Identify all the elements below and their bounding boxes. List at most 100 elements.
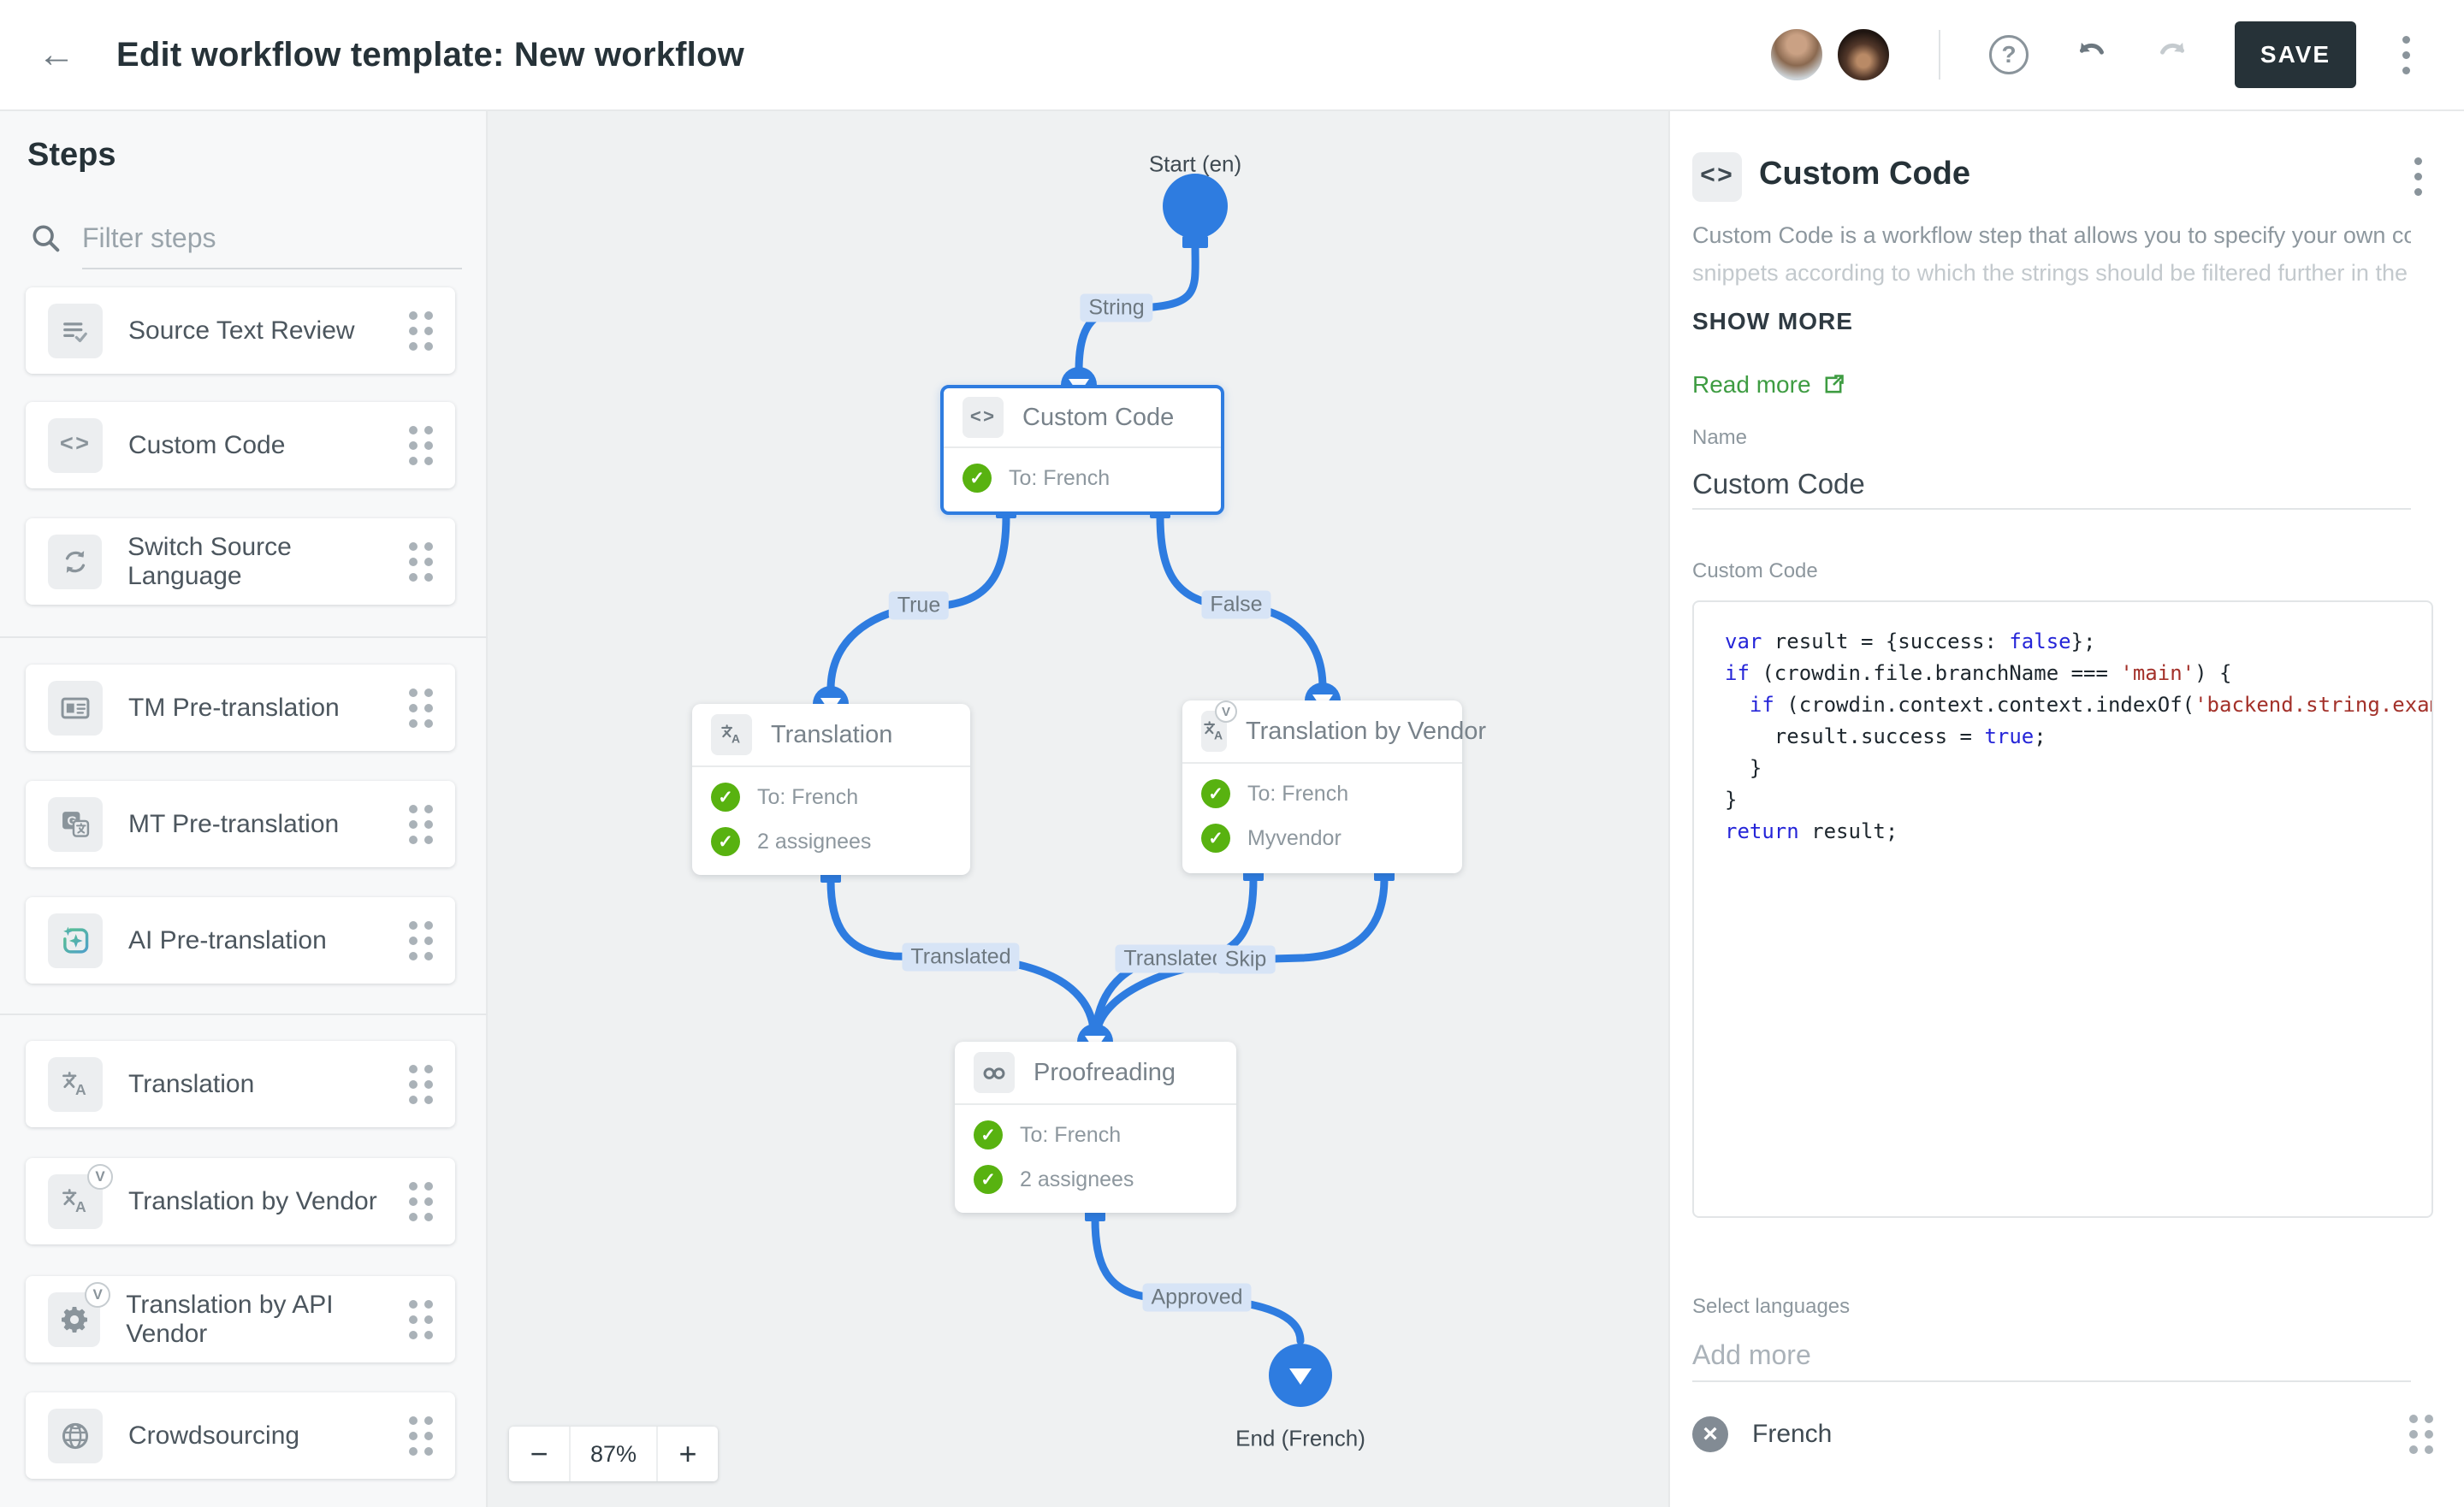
node-header: <> Custom Code bbox=[944, 388, 1221, 448]
custom-code-icon: <> bbox=[60, 433, 91, 458]
back-arrow-icon: ← bbox=[38, 33, 75, 76]
zoom-out-button[interactable]: − bbox=[509, 1427, 569, 1481]
step-card-translation-by-api-vendor[interactable]: V Translation by API Vendor bbox=[26, 1276, 455, 1362]
filter-steps-input[interactable] bbox=[82, 208, 462, 269]
step-card-translation-by-vendor[interactable]: A V Translation by Vendor bbox=[26, 1158, 455, 1244]
drag-handle[interactable] bbox=[2409, 1415, 2433, 1454]
code-editor[interactable]: var result = {success: false};if (crowdi… bbox=[1692, 600, 2433, 1218]
status-text: To: French bbox=[1009, 466, 1110, 491]
drag-handle[interactable] bbox=[409, 426, 433, 465]
step-label: TM Pre-translation bbox=[128, 694, 340, 723]
node-status-row: ✓ To: French bbox=[974, 1120, 1236, 1149]
edge-label-skip: Skip bbox=[1217, 946, 1276, 974]
status-text: 2 assignees bbox=[1020, 1167, 1134, 1192]
step-label: Translation by API Vendor bbox=[126, 1291, 409, 1349]
page-title: Edit workflow template: New workflow bbox=[116, 36, 744, 74]
collaborator-avatar[interactable] bbox=[1836, 27, 1891, 82]
workflow-editor-app: ← Edit workflow template: New workflow ?… bbox=[0, 0, 2464, 1507]
translation-vendor-icon: A bbox=[59, 1185, 92, 1218]
node-status-row: ✓ Myvendor bbox=[1201, 824, 1462, 853]
step-card-switch-source-language[interactable]: Switch Source Language bbox=[26, 518, 455, 605]
redo-icon bbox=[2153, 35, 2193, 74]
switch-source-language-icon bbox=[59, 546, 92, 578]
panel-options-button[interactable] bbox=[2394, 152, 2442, 200]
drag-handle[interactable] bbox=[409, 921, 433, 960]
status-text: To: French bbox=[757, 785, 858, 810]
show-more-button[interactable]: SHOW MORE bbox=[1692, 308, 1853, 335]
node-header: A Translation bbox=[692, 704, 970, 767]
back-button[interactable]: ← bbox=[31, 29, 82, 80]
step-card-source-text-review[interactable]: Source Text Review bbox=[26, 287, 455, 374]
workflow-canvas[interactable]: Start (en) End (French) String True Fals… bbox=[488, 111, 1668, 1507]
tm-pre-translation-icon bbox=[59, 692, 92, 724]
step-card-mt-pre-translation[interactable]: G MT Pre-translation bbox=[26, 781, 455, 867]
add-language-input[interactable] bbox=[1692, 1329, 2411, 1382]
node-title: Proofreading bbox=[1034, 1059, 1176, 1087]
node-translation[interactable]: A Translation ✓ To: French ✓ 2 assignees bbox=[692, 704, 970, 875]
end-node-label: End (French) bbox=[1235, 1426, 1365, 1452]
translation-icon: A bbox=[59, 1068, 92, 1101]
edge-label-true: True bbox=[889, 592, 949, 620]
status-text: 2 assignees bbox=[757, 830, 871, 854]
node-status-row: ✓ To: French bbox=[1201, 779, 1462, 808]
node-proofreading[interactable]: Proofreading ✓ To: French ✓ 2 assignees bbox=[955, 1042, 1236, 1213]
custom-code-icon: <> bbox=[1700, 163, 1734, 192]
language-row-french: × French bbox=[1692, 1408, 2433, 1461]
node-translation-by-vendor[interactable]: A V Translation by Vendor ✓ To: French ✓… bbox=[1182, 700, 1462, 873]
edge-label-false: False bbox=[1201, 591, 1270, 619]
panel-title: Custom Code bbox=[1759, 156, 1970, 192]
drag-handle[interactable] bbox=[409, 311, 433, 351]
drag-handle[interactable] bbox=[409, 1416, 433, 1456]
help-icon: ? bbox=[1989, 35, 2029, 74]
collaborator-avatar[interactable] bbox=[1769, 27, 1824, 82]
topbar-divider bbox=[1939, 30, 1940, 80]
check-icon: ✓ bbox=[711, 827, 740, 856]
step-card-crowdsourcing[interactable]: Crowdsourcing bbox=[26, 1392, 455, 1479]
read-more-link[interactable]: Read more bbox=[1692, 371, 1845, 399]
top-bar: ← Edit workflow template: New workflow ?… bbox=[0, 0, 2464, 111]
node-header: A V Translation by Vendor bbox=[1182, 700, 1462, 764]
end-node[interactable] bbox=[1269, 1344, 1332, 1407]
step-label: Custom Code bbox=[128, 431, 285, 460]
step-card-custom-code[interactable]: <> Custom Code bbox=[26, 402, 455, 488]
drag-handle[interactable] bbox=[409, 542, 433, 582]
zoom-level: 87% bbox=[569, 1427, 658, 1481]
source-text-review-icon bbox=[59, 315, 92, 347]
edge-proofreading-approved[interactable] bbox=[1095, 1219, 1300, 1341]
help-button[interactable]: ? bbox=[1985, 31, 2033, 79]
remove-language-button[interactable]: × bbox=[1692, 1416, 1728, 1452]
drag-handle[interactable] bbox=[409, 1065, 433, 1104]
edge-label-translated: Translated bbox=[902, 943, 1019, 972]
status-text: To: French bbox=[1020, 1123, 1121, 1148]
check-icon: ✓ bbox=[962, 464, 992, 493]
redo-button[interactable] bbox=[2149, 31, 2197, 79]
zoom-in-button[interactable]: + bbox=[658, 1427, 718, 1481]
drag-handle[interactable] bbox=[409, 1182, 433, 1221]
svg-text:A: A bbox=[732, 732, 740, 746]
undo-button[interactable] bbox=[2067, 31, 2115, 79]
steps-sidebar: Steps Source Text Review <> Custom bbox=[0, 111, 488, 1507]
check-icon: ✓ bbox=[1201, 779, 1230, 808]
more-options-button[interactable] bbox=[2382, 31, 2430, 79]
step-card-translation[interactable]: A Translation bbox=[26, 1041, 455, 1127]
node-custom-code[interactable]: <> Custom Code ✓ To: French bbox=[940, 385, 1224, 515]
save-button[interactable]: SAVE bbox=[2235, 21, 2356, 88]
step-label: Source Text Review bbox=[128, 316, 355, 346]
status-text: Myvendor bbox=[1247, 826, 1342, 851]
step-card-tm-pre-translation[interactable]: TM Pre-translation bbox=[26, 665, 455, 751]
node-title: Custom Code bbox=[1022, 404, 1174, 432]
drag-handle[interactable] bbox=[409, 688, 433, 728]
step-label: Translation by Vendor bbox=[128, 1187, 377, 1216]
start-node[interactable] bbox=[1163, 174, 1228, 239]
step-card-ai-pre-translation[interactable]: AI Pre-translation bbox=[26, 897, 455, 984]
step-label: MT Pre-translation bbox=[128, 810, 339, 839]
select-languages-label: Select languages bbox=[1692, 1295, 1850, 1319]
name-input[interactable] bbox=[1692, 460, 2411, 510]
drag-handle[interactable] bbox=[409, 805, 433, 844]
start-node-label: Start (en) bbox=[1149, 151, 1241, 178]
node-title: Translation by Vendor bbox=[1246, 718, 1486, 746]
drag-handle[interactable] bbox=[409, 1300, 433, 1339]
vendor-badge: V bbox=[1215, 700, 1237, 723]
close-icon: × bbox=[1703, 1420, 1718, 1449]
translation-icon: A bbox=[719, 722, 744, 748]
